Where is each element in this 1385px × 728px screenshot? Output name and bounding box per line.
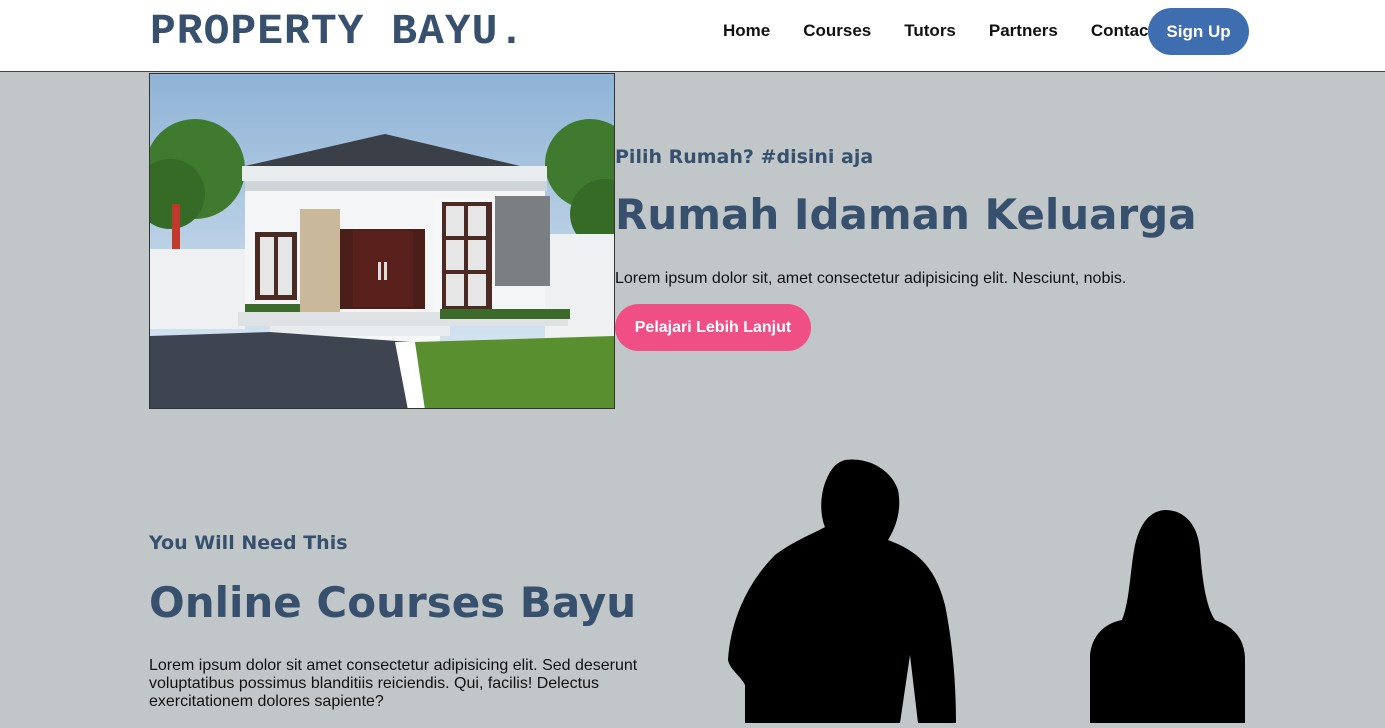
nav-link-tutors[interactable]: Tutors — [904, 21, 956, 41]
courses-description: Lorem ipsum dolor sit amet consectetur a… — [149, 657, 638, 710]
man-silhouette — [728, 459, 956, 723]
nav-links: Home Courses Tutors Partners Contact — [723, 21, 1187, 41]
nav-link-home[interactable]: Home — [723, 21, 770, 41]
nav-link-contact[interactable]: Contact — [1091, 21, 1154, 41]
courses-subtitle: You Will Need This — [149, 532, 348, 554]
woman-silhouette — [1090, 510, 1245, 723]
brand-logo[interactable]: PROPERTY BAYU. — [150, 7, 525, 56]
hero-title: Rumah Idaman Keluarga — [615, 190, 1197, 239]
nav-link-partners[interactable]: Partners — [989, 21, 1058, 41]
sign-up-button[interactable]: Sign Up — [1148, 8, 1249, 55]
learn-more-button[interactable]: Pelajari Lebih Lanjut — [615, 304, 811, 351]
nav-link-courses[interactable]: Courses — [803, 21, 871, 41]
hero-house-image — [149, 73, 615, 409]
hero-subtitle: Pilih Rumah? #disini aja — [615, 146, 874, 168]
courses-title: Online Courses Bayu — [149, 578, 637, 627]
hero-description: Lorem ipsum dolor sit, amet consectetur … — [615, 270, 1127, 287]
navbar: PROPERTY BAYU. Home Courses Tutors Partn… — [0, 0, 1385, 72]
people-silhouette-image — [660, 455, 1260, 723]
